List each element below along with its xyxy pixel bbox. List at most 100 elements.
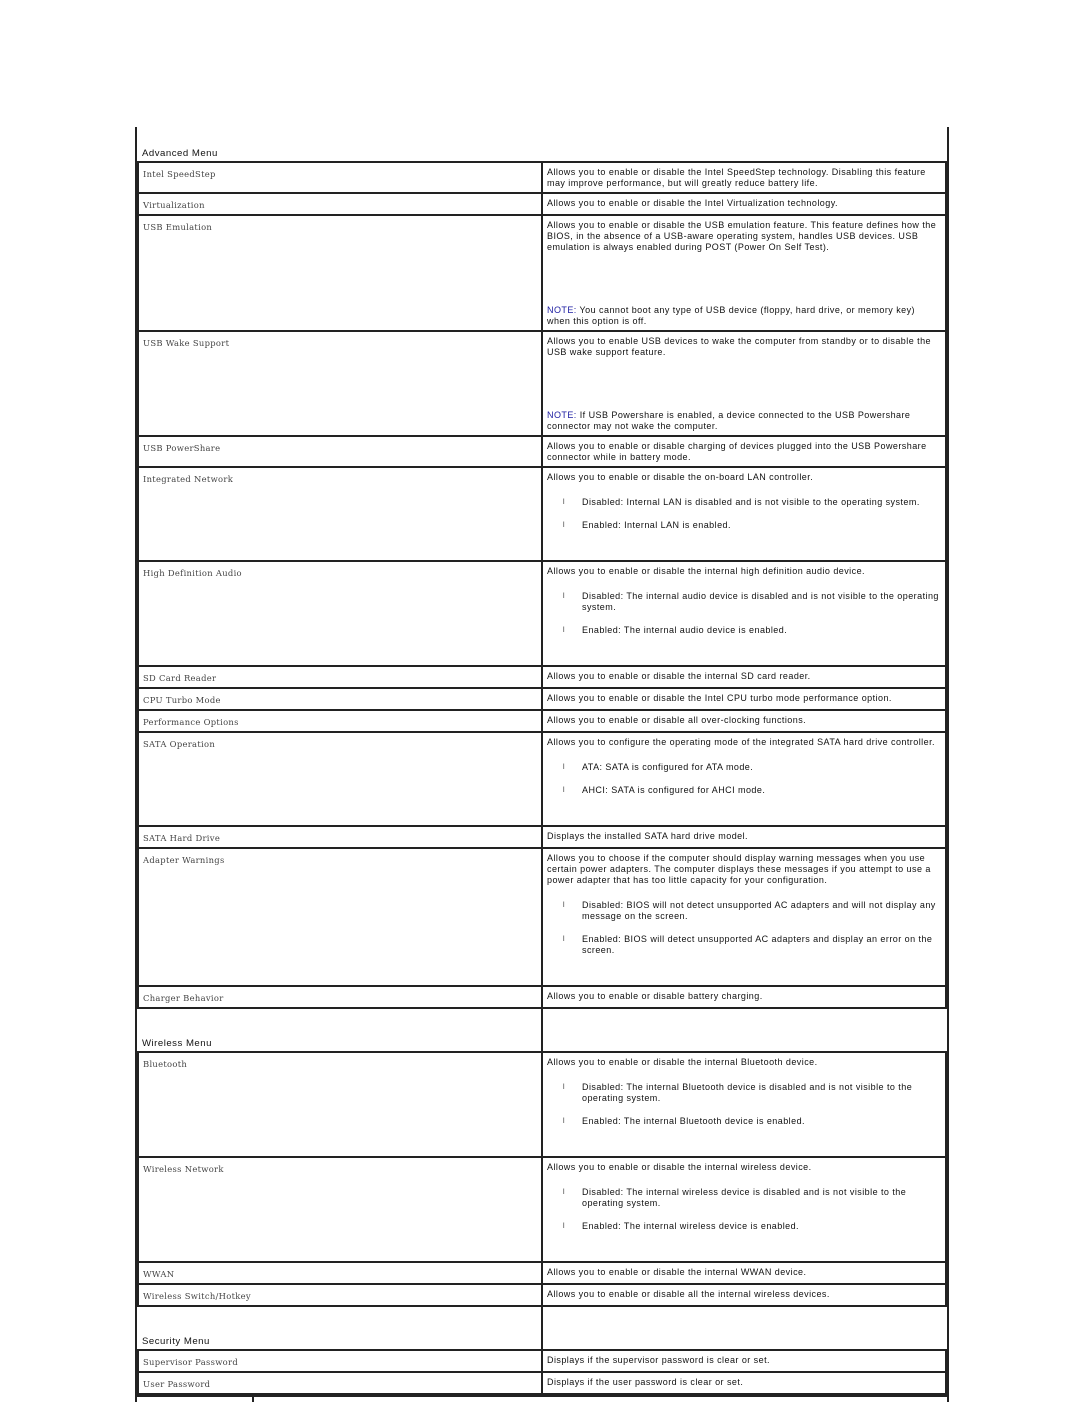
description-text: Allows you to enable or disable the Inte…: [547, 198, 838, 208]
setting-name: Intel SpeedStep: [137, 161, 543, 194]
setting-name: SD Card Reader: [137, 665, 543, 689]
setting-row: User Password Displays if the user passwo…: [137, 1371, 947, 1395]
setting-description: Allows you to enable or disable the Inte…: [541, 161, 947, 194]
setting-name: USB Wake Support: [137, 330, 543, 437]
setting-row: Supervisor Password Displays if the super…: [137, 1349, 947, 1373]
bullet-icon: l: [563, 936, 566, 943]
option-list: l Disabled: Internal LAN is disabled and …: [547, 497, 941, 531]
section-title: Security Menu: [138, 1306, 542, 1351]
setting-description: Allows you to enable or disable the inte…: [541, 560, 947, 667]
option-text: Enabled: Internal LAN is enabled.: [582, 520, 731, 530]
description-text: Allows you to enable or disable all the …: [547, 1289, 830, 1299]
setting-row: Charger Behavior Allows you to enable or …: [137, 985, 947, 1009]
section-header-filler: [541, 1008, 946, 1053]
description-text: Displays if the supervisor password is c…: [547, 1355, 770, 1365]
bullet-icon: l: [563, 522, 566, 529]
setting-description: Allows you to enable or disable the USB …: [541, 214, 947, 332]
option-item: l Enabled: The internal wireless device i…: [547, 1221, 941, 1232]
setting-name: Integrated Network: [137, 466, 543, 562]
setting-row: SD Card Reader Allows you to enable or di…: [137, 665, 947, 689]
description-text: Displays if the user password is clear o…: [547, 1377, 744, 1387]
description-text: Allows you to choose if the computer sho…: [547, 853, 931, 885]
setting-name: Virtualization: [137, 192, 543, 216]
option-text: AHCI: SATA is configured for AHCI mode.: [582, 785, 766, 795]
option-list: l Disabled: The internal audio device is …: [547, 591, 941, 636]
option-text: Enabled: The internal Bluetooth device i…: [582, 1116, 805, 1126]
option-text: Disabled: Internal LAN is disabled and i…: [582, 497, 920, 507]
section-title: Wireless Menu: [138, 1008, 542, 1053]
setting-row: SATA Operation Allows you to configure th…: [137, 731, 947, 827]
setting-row: SATA Hard Drive Displays the installed SA…: [137, 825, 947, 849]
setting-description: Displays if the user password is clear o…: [541, 1371, 947, 1395]
setting-name: Bluetooth: [137, 1051, 543, 1158]
section-header-filler: [541, 1306, 946, 1351]
setting-name: SATA Operation: [137, 731, 543, 827]
setting-description: Allows you to enable or disable the inte…: [541, 665, 947, 689]
setting-name: Wireless Network: [137, 1156, 543, 1263]
note-label: NOTE:: [547, 305, 577, 315]
description-text: Allows you to enable or disable the inte…: [547, 1162, 812, 1172]
bullet-icon: l: [563, 499, 566, 506]
setting-description: Allows you to enable or disable the Inte…: [541, 687, 947, 711]
option-list: l Disabled: The internal Bluetooth device…: [547, 1082, 941, 1127]
setting-row: WWAN Allows you to enable or disable the …: [137, 1261, 947, 1285]
setting-description: Allows you to enable or disable charging…: [541, 435, 947, 468]
setting-row: Wireless Network Allows you to enable or …: [137, 1156, 947, 1263]
setting-name: Adapter Warnings: [137, 847, 543, 987]
setting-row: CPU Turbo Mode Allows you to enable or di…: [137, 687, 947, 711]
option-text: Disabled: The internal Bluetooth device …: [582, 1082, 913, 1103]
setting-name: CPU Turbo Mode: [137, 687, 543, 711]
description-text: Displays the installed SATA hard drive m…: [547, 831, 749, 841]
setting-description: Displays the installed SATA hard drive m…: [541, 825, 947, 849]
setting-name: Supervisor Password: [137, 1349, 543, 1373]
setting-row: Wireless Switch/Hotkey Allows you to enab…: [137, 1283, 947, 1307]
bios-settings-document: Advanced Menu Intel SpeedStep Allows you t…: [135, 127, 949, 1402]
setting-description: Displays if the supervisor password is c…: [541, 1349, 947, 1373]
option-list: l Disabled: BIOS will not detect unsuppor…: [547, 900, 941, 956]
section-header-filler: [542, 143, 946, 163]
setting-description: Allows you to enable or disable all the …: [541, 1283, 947, 1307]
setting-description: Allows you to enable USB devices to wake…: [541, 330, 947, 437]
bullet-icon: l: [563, 764, 566, 771]
option-text: Enabled: BIOS will detect unsupported AC…: [582, 934, 933, 955]
setting-description: Allows you to enable or disable the inte…: [541, 1051, 947, 1158]
setting-description: Allows you to enable or disable the inte…: [541, 1156, 947, 1263]
setting-name: WWAN: [137, 1261, 543, 1285]
description-text: Allows you to enable or disable all over…: [547, 715, 807, 725]
description-text: Allows you to enable or disable the inte…: [547, 566, 865, 576]
option-text: Enabled: The internal audio device is en…: [582, 625, 788, 635]
bullet-icon: l: [563, 1118, 566, 1125]
setting-description: Allows you to configure the operating mo…: [541, 731, 947, 827]
option-text: Disabled: BIOS will not detect unsupport…: [582, 900, 936, 921]
table-bottom-edge: [137, 1395, 947, 1402]
description-text: Allows you to enable or disable the USB …: [547, 220, 937, 252]
option-list: l Disabled: The internal wireless device …: [547, 1187, 941, 1232]
note-body: If USB Powershare is enabled, a device c…: [547, 410, 911, 431]
setting-row: High Definition Audio Allows you to enabl…: [137, 560, 947, 667]
setting-description: Allows you to enable or disable the Inte…: [541, 192, 947, 216]
setting-name: USB Emulation: [137, 214, 543, 332]
section-header-row: Advanced Menu: [138, 143, 946, 163]
setting-name: Wireless Switch/Hotkey: [137, 1283, 543, 1307]
bullet-icon: l: [563, 902, 566, 909]
section-header-row: Security Menu: [138, 1306, 946, 1351]
setting-name: Charger Behavior: [137, 985, 543, 1009]
setting-row: Integrated Network Allows you to enable o…: [137, 466, 947, 562]
description-text: Allows you to enable or disable the on-b…: [547, 472, 814, 482]
description-text: Allows you to enable or disable the inte…: [547, 671, 811, 681]
option-text: ATA: SATA is configured for ATA mode.: [582, 762, 754, 772]
bullet-icon: l: [563, 1223, 566, 1230]
setting-row: USB PowerShare Allows you to enable or di…: [137, 435, 947, 468]
option-item: l ATA: SATA is configured for ATA mode.: [547, 762, 941, 773]
description-text: Allows you to enable or disable the Inte…: [547, 693, 892, 703]
option-list: l ATA: SATA is configured for ATA mode. l A…: [547, 762, 941, 796]
setting-description: Allows you to enable or disable battery …: [541, 985, 947, 1009]
setting-name: High Definition Audio: [137, 560, 543, 667]
setting-description: Allows you to choose if the computer sho…: [541, 847, 947, 987]
